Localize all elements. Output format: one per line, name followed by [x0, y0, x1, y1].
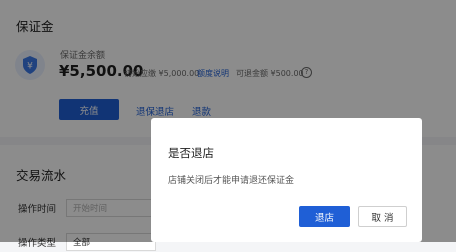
dialog-message: 店铺关闭后才能申请退还保证金	[168, 176, 295, 186]
withdraw-store-dialog: 是否退店 店铺关闭后才能申请退还保证金 退店 取 消	[151, 118, 422, 242]
dialog-title: 是否退店	[168, 146, 214, 160]
cancel-button[interactable]: 取 消	[358, 206, 407, 227]
confirm-withdraw-button[interactable]: 退店	[299, 206, 350, 227]
